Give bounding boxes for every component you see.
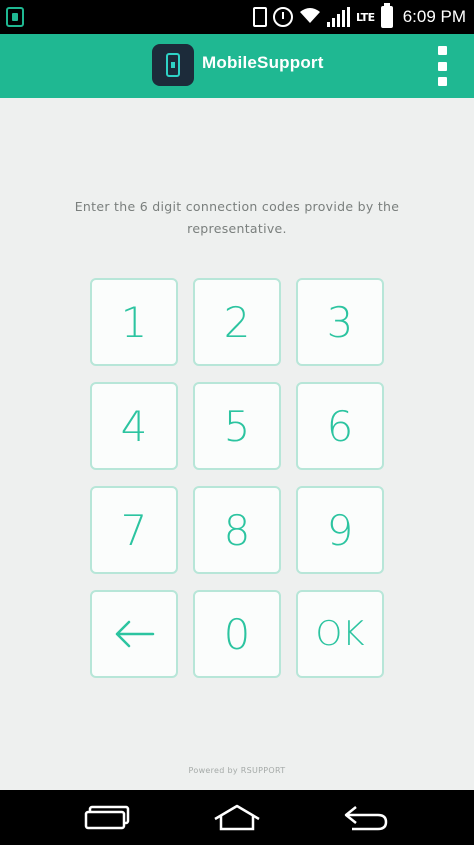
app-notification-icon <box>6 7 24 27</box>
key-4[interactable]: 4 <box>90 382 178 470</box>
recent-apps-icon[interactable] <box>68 798 148 838</box>
wifi-icon <box>299 6 321 28</box>
key-8[interactable]: 8 <box>193 486 281 574</box>
signal-icon <box>326 7 350 27</box>
key-1[interactable]: 1 <box>90 278 178 366</box>
powered-by-text: Powered by RSUPPORT <box>188 766 286 775</box>
ok-button[interactable]: OK <box>296 590 384 678</box>
alarm-icon <box>272 7 293 27</box>
home-icon[interactable] <box>197 798 277 838</box>
nfc-icon <box>252 7 267 27</box>
clock: 6:09 PM <box>402 7 466 26</box>
backspace-button[interactable] <box>90 590 178 678</box>
status-bar: LTE 6:09 PM <box>0 0 474 34</box>
overflow-menu-icon[interactable] <box>432 44 452 88</box>
app-title: MobileSupport <box>202 53 324 72</box>
phone-logo-icon <box>152 44 194 86</box>
key-2[interactable]: 2 <box>193 278 281 366</box>
key-5[interactable]: 5 <box>193 382 281 470</box>
back-icon[interactable] <box>326 798 406 838</box>
key-6[interactable]: 6 <box>296 382 384 470</box>
key-7[interactable]: 7 <box>90 486 178 574</box>
key-9[interactable]: 9 <box>296 486 384 574</box>
navigation-bar <box>0 790 474 845</box>
key-3[interactable]: 3 <box>296 278 384 366</box>
status-icons: LTE 6:09 PM <box>252 3 466 30</box>
lte-indicator: LTE <box>355 10 375 24</box>
instruction-text: Enter the 6 digit connection codes provi… <box>74 199 400 236</box>
key-0[interactable]: 0 <box>193 590 281 678</box>
back-arrow-icon <box>115 620 155 648</box>
battery-icon <box>380 3 393 28</box>
app-bar: MobileSupport <box>0 34 474 98</box>
